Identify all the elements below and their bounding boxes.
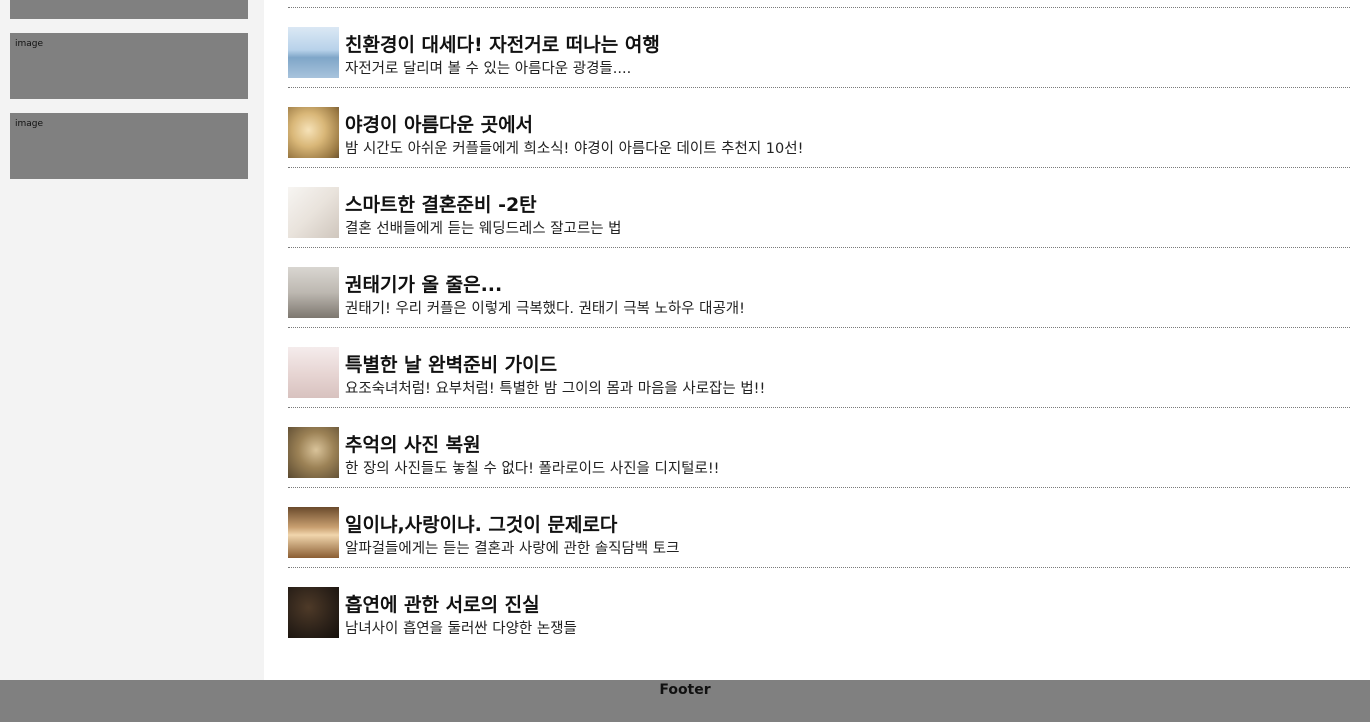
list-item[interactable]: 특별한 날 완벽준비 가이드 요조숙녀처럼! 요부처럼! 특별한 밤 그이의 몸… <box>288 328 1350 408</box>
article-thumbnail[interactable] <box>288 347 339 398</box>
article-description: 밤 시간도 아쉬운 커플들에게 희소식! 야경이 아름다운 데이트 추천지 10… <box>345 141 804 157</box>
main-content: 친환경이 대세다! 자전거로 떠나는 여행 자전거로 달리며 볼 수 있는 아름… <box>264 0 1370 680</box>
list-item[interactable]: 권태기가 올 줄은... 권태기! 우리 커플은 이렇게 극복했다. 권태기 극… <box>288 248 1350 328</box>
article-title[interactable]: 스마트한 결혼준비 -2탄 <box>345 190 537 217</box>
article-description: 알파걸들에게는 듣는 결혼과 사랑에 관한 솔직담백 토크 <box>345 541 680 557</box>
article-title[interactable]: 권태기가 올 줄은... <box>345 270 502 297</box>
article-thumbnail[interactable] <box>288 427 339 478</box>
sidebar-image-placeholder[interactable] <box>10 0 248 19</box>
article-list: 친환경이 대세다! 자전거로 떠나는 여행 자전거로 달리며 볼 수 있는 아름… <box>288 8 1350 647</box>
article-description: 자전거로 달리며 볼 수 있는 아름다운 광경들.... <box>345 61 632 77</box>
image-placeholder-label: image <box>15 39 44 49</box>
article-description: 남녀사이 흡연을 둘러싼 다양한 논쟁들 <box>345 621 577 637</box>
sidebar: image image <box>0 0 264 680</box>
image-placeholder-label: image <box>15 119 44 129</box>
list-item[interactable]: 추억의 사진 복원 한 장의 사진들도 놓칠 수 없다! 폴라로이드 사진을 디… <box>288 408 1350 488</box>
article-thumbnail[interactable] <box>288 587 339 638</box>
article-title[interactable]: 특별한 날 완벽준비 가이드 <box>345 350 557 377</box>
article-title[interactable]: 일이냐,사랑이냐. 그것이 문제로다 <box>345 510 617 537</box>
article-thumbnail[interactable] <box>288 507 339 558</box>
list-item[interactable]: 흡연에 관한 서로의 진실 남녀사이 흡연을 둘러싼 다양한 논쟁들 <box>288 568 1350 647</box>
article-description: 요조숙녀처럼! 요부처럼! 특별한 밤 그이의 몸과 마음을 사로잡는 법!! <box>345 381 766 397</box>
list-item[interactable]: 친환경이 대세다! 자전거로 떠나는 여행 자전거로 달리며 볼 수 있는 아름… <box>288 8 1350 88</box>
article-description: 권태기! 우리 커플은 이렇게 극복했다. 권태기 극복 노하우 대공개! <box>345 301 745 317</box>
list-item[interactable]: 일이냐,사랑이냐. 그것이 문제로다 알파걸들에게는 듣는 결혼과 사랑에 관한… <box>288 488 1350 568</box>
article-thumbnail[interactable] <box>288 187 339 238</box>
article-title[interactable]: 추억의 사진 복원 <box>345 430 481 457</box>
list-item[interactable]: 스마트한 결혼준비 -2탄 결혼 선배들에게 듣는 웨딩드레스 잘고르는 법 <box>288 168 1350 248</box>
sidebar-image-placeholder[interactable]: image <box>10 33 248 99</box>
footer: Footer <box>0 680 1370 722</box>
article-description: 결혼 선배들에게 듣는 웨딩드레스 잘고르는 법 <box>345 221 622 237</box>
sidebar-image-placeholder[interactable]: image <box>10 113 248 179</box>
article-thumbnail[interactable] <box>288 267 339 318</box>
article-title[interactable]: 흡연에 관한 서로의 진실 <box>345 590 540 617</box>
article-title[interactable]: 친환경이 대세다! 자전거로 떠나는 여행 <box>345 30 660 57</box>
footer-label: Footer <box>659 682 711 698</box>
article-title[interactable]: 야경이 아름다운 곳에서 <box>345 110 533 137</box>
list-item[interactable]: 야경이 아름다운 곳에서 밤 시간도 아쉬운 커플들에게 희소식! 야경이 아름… <box>288 88 1350 168</box>
article-thumbnail[interactable] <box>288 107 339 158</box>
article-description: 한 장의 사진들도 놓칠 수 없다! 폴라로이드 사진을 디지털로!! <box>345 461 720 477</box>
article-thumbnail[interactable] <box>288 27 339 78</box>
